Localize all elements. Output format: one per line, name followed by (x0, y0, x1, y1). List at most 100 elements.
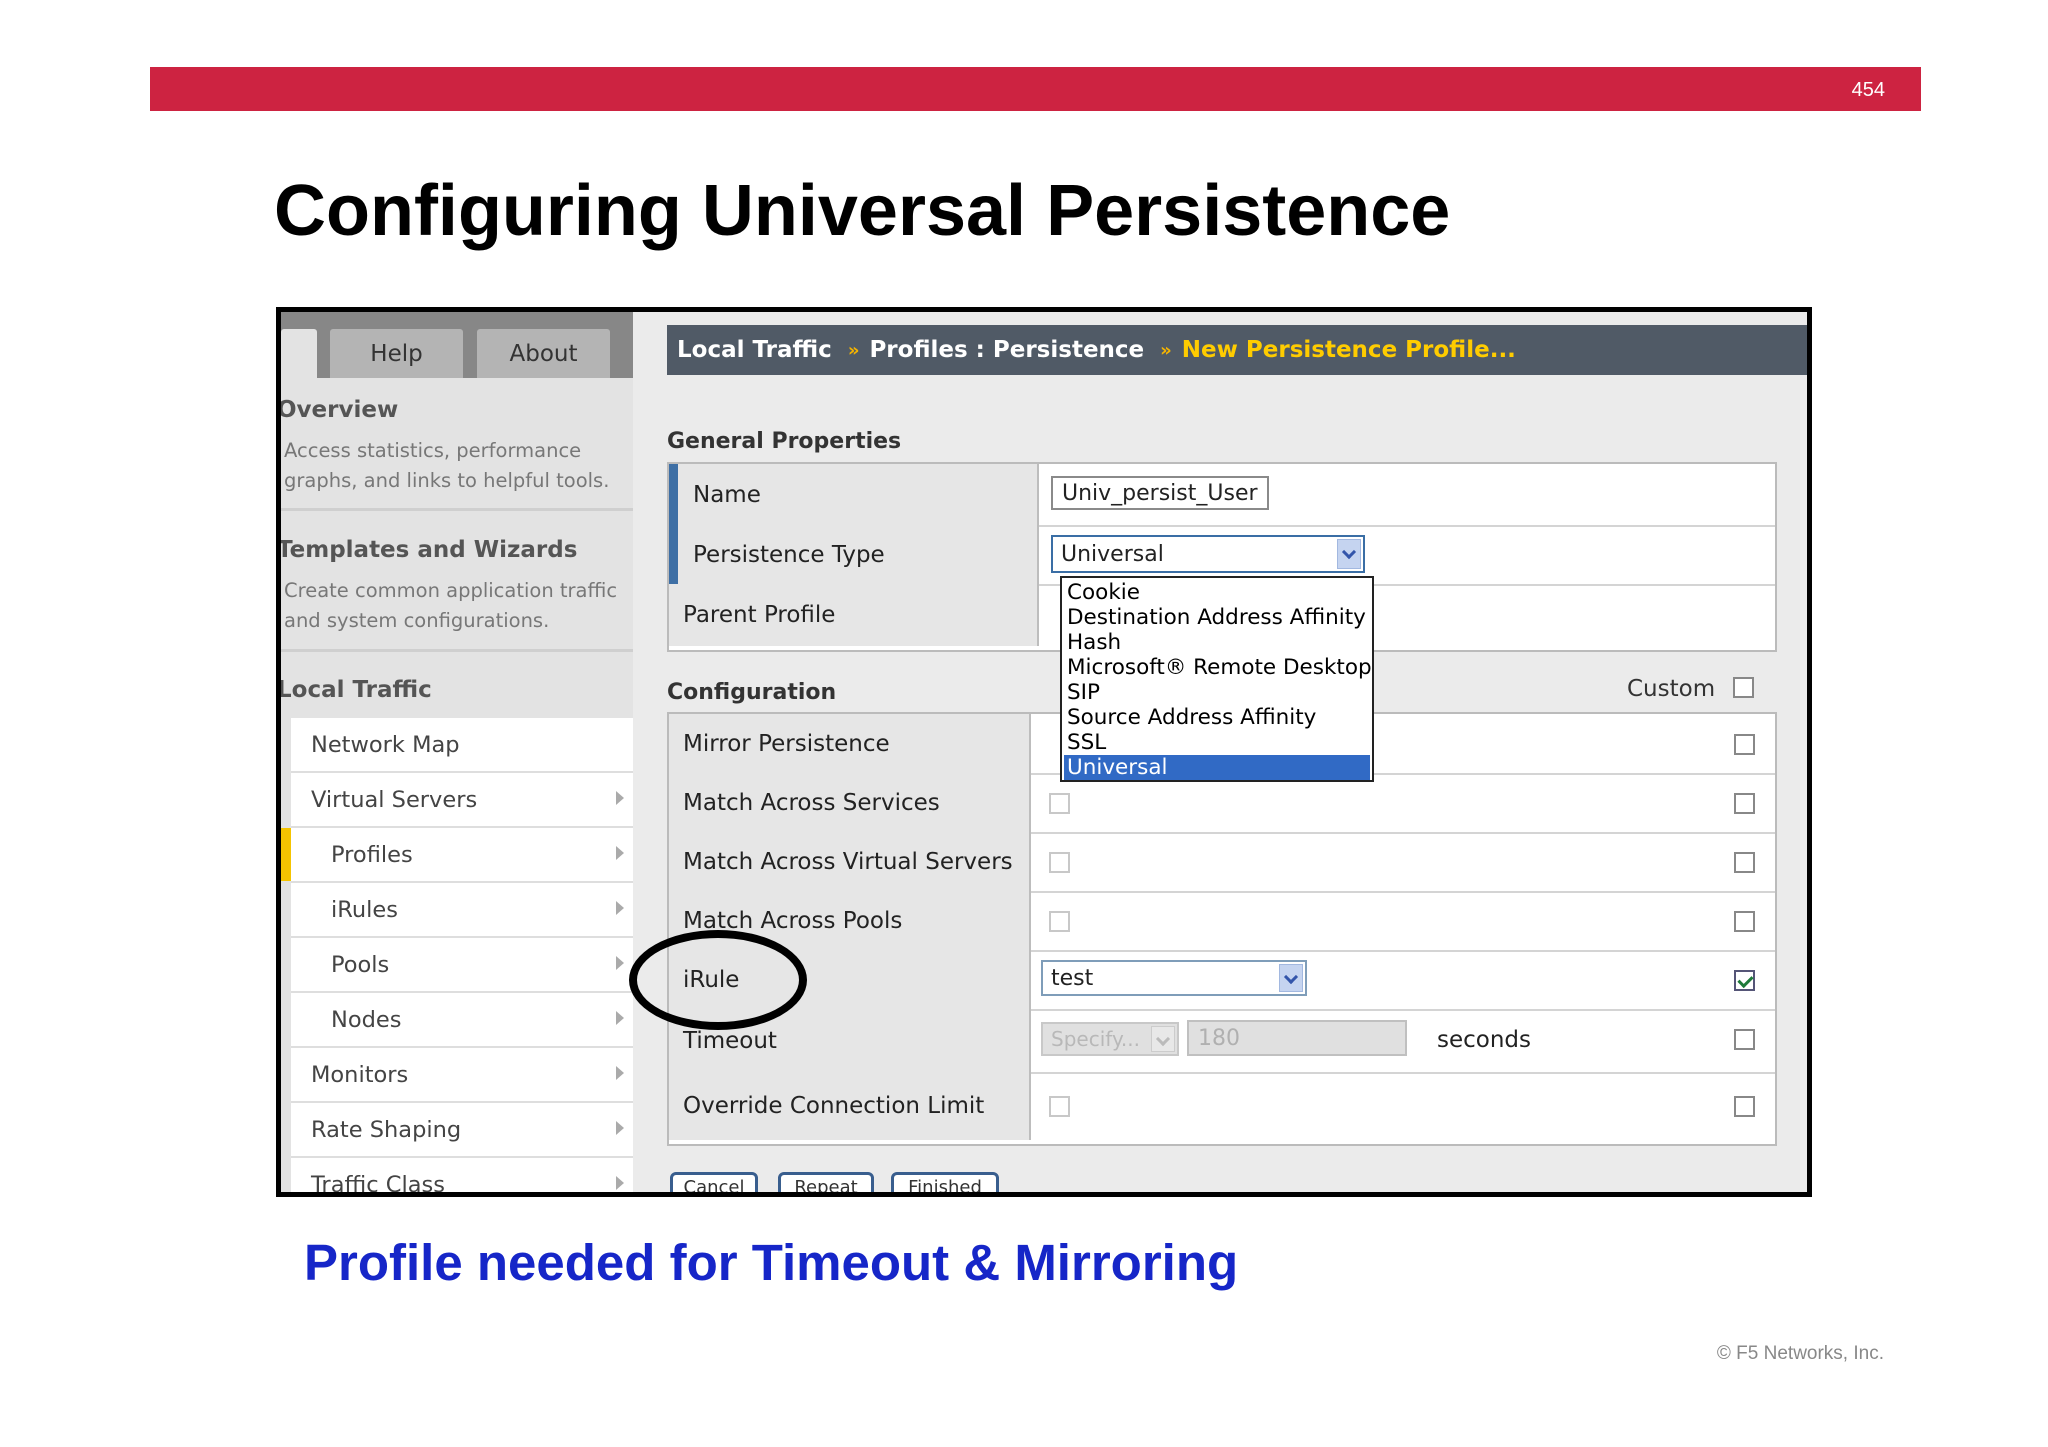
sidebar-item-monitors[interactable]: Monitors (291, 1048, 633, 1103)
persistence-type-options: Cookie Destination Address Affinity Hash… (1060, 576, 1374, 782)
timeout-input[interactable]: 180 (1187, 1020, 1407, 1056)
repeat-button[interactable]: Repeat (778, 1172, 874, 1192)
option-hash[interactable]: Hash (1064, 630, 1370, 655)
sidebar-item-label: Traffic Class (311, 1172, 445, 1197)
timeout-mode-select[interactable]: Specify... (1041, 1022, 1179, 1056)
overview-heading[interactable]: Overview (281, 397, 398, 423)
breadcrumb: Local Traffic » Profiles : Persistence »… (667, 325, 1807, 375)
breadcrumb-local-traffic[interactable]: Local Traffic (677, 337, 832, 363)
sidebar-item-label: Virtual Servers (311, 786, 478, 813)
irule-select[interactable]: test (1041, 960, 1307, 996)
override-connection-limit-checkbox[interactable] (1049, 1096, 1070, 1117)
option-microsoft-remote-desktop[interactable]: Microsoft® Remote Desktop (1064, 655, 1372, 680)
name-label: Name (693, 481, 761, 508)
chevron-right-icon (616, 1176, 624, 1190)
option-sip[interactable]: SIP (1064, 680, 1370, 705)
sidebar-item-traffic-class[interactable]: Traffic Class (291, 1158, 633, 1197)
persistence-type-value: Universal (1061, 541, 1164, 567)
mirror-persistence-label: Mirror Persistence (683, 730, 890, 757)
timeout-custom-checkbox[interactable] (1734, 1029, 1755, 1050)
name-input[interactable]: Univ_persist_User (1051, 476, 1269, 510)
finished-button[interactable]: Finished (891, 1172, 999, 1192)
match-across-services-custom-checkbox[interactable] (1734, 793, 1755, 814)
sidebar-item-label: iRules (331, 896, 398, 923)
parent-profile-label: Parent Profile (683, 602, 836, 628)
sidebar-item-network-map[interactable]: Network Map (291, 718, 633, 773)
irule-row: iRule test (669, 950, 1775, 1011)
option-source-address-affinity[interactable]: Source Address Affinity (1064, 705, 1370, 730)
match-across-pools-custom-checkbox[interactable] (1734, 911, 1755, 932)
timeout-unit: seconds (1437, 1027, 1532, 1053)
custom-checkbox[interactable] (1733, 677, 1754, 698)
templates-description: Create common application traffic and sy… (284, 579, 618, 632)
persistence-type-select[interactable]: Universal (1051, 535, 1365, 573)
sidebar-item-profiles[interactable]: Profiles (281, 828, 633, 883)
option-ssl[interactable]: SSL (1064, 730, 1370, 755)
irule-custom-checkbox[interactable] (1734, 970, 1755, 991)
timeout-row: Timeout Specify... 180 seconds (669, 1009, 1775, 1074)
match-across-pools-row: Match Across Pools (669, 891, 1775, 952)
sidebar-item-rate-shaping[interactable]: Rate Shaping (291, 1103, 633, 1158)
slide-title: Configuring Universal Persistence (274, 171, 1451, 251)
templates-heading[interactable]: Templates and Wizards (281, 537, 577, 563)
match-across-services-row: Match Across Services (669, 773, 1775, 834)
option-universal[interactable]: Universal (1064, 755, 1370, 780)
timeout-label: Timeout (683, 1027, 777, 1054)
breadcrumb-current: New Persistence Profile... (1181, 337, 1516, 363)
match-across-virtual-servers-custom-checkbox[interactable] (1734, 852, 1755, 873)
sidebar-item-virtual-servers[interactable]: Virtual Servers (291, 773, 633, 828)
tab-main[interactable] (281, 329, 317, 378)
configuration-heading: Configuration (667, 680, 837, 705)
cancel-button[interactable]: Cancel (670, 1172, 758, 1192)
highlight-circle (629, 930, 807, 1030)
sidebar-item-label: Nodes (331, 1006, 402, 1033)
chevron-right-icon (616, 1121, 624, 1135)
slide-caption: Profile needed for Timeout & Mirroring (304, 1234, 1239, 1291)
chevron-down-icon[interactable] (1279, 964, 1303, 992)
override-connection-limit-custom-checkbox[interactable] (1734, 1096, 1755, 1117)
chevron-right-icon (616, 1066, 624, 1080)
irule-value: test (1051, 965, 1094, 991)
page-number: 454 (1851, 79, 1885, 101)
tab-about[interactable]: About (477, 329, 610, 378)
sidebar-divider (281, 508, 633, 511)
option-cookie[interactable]: Cookie (1064, 580, 1370, 605)
sidebar-item-label: Profiles (331, 841, 413, 868)
chevron-right-icon (616, 956, 624, 970)
match-across-services-checkbox[interactable] (1049, 793, 1070, 814)
match-across-virtual-servers-checkbox[interactable] (1049, 852, 1070, 873)
overview-description: Access statistics, performance graphs, a… (284, 439, 610, 492)
chevron-right-icon (616, 901, 624, 915)
match-across-services-label: Match Across Services (683, 789, 940, 816)
override-connection-limit-label: Override Connection Limit (683, 1093, 985, 1119)
breadcrumb-separator-icon: » (1160, 339, 1172, 361)
option-destination-address-affinity[interactable]: Destination Address Affinity (1064, 605, 1370, 630)
match-across-virtual-servers-row: Match Across Virtual Servers (669, 832, 1775, 893)
mirror-persistence-custom-checkbox[interactable] (1734, 734, 1755, 755)
tab-help[interactable]: Help (330, 329, 463, 378)
tab-strip: Help About (281, 312, 633, 378)
sidebar-item-irules[interactable]: iRules (291, 883, 633, 938)
left-panel: Help About Overview Access statistics, p… (281, 312, 633, 1192)
sidebar-item-label: Network Map (311, 731, 460, 758)
match-across-pools-checkbox[interactable] (1049, 911, 1070, 932)
sidebar-item-nodes[interactable]: Nodes (291, 993, 633, 1048)
timeout-mode-value: Specify... (1051, 1027, 1140, 1051)
sidebar-item-label: Monitors (311, 1061, 409, 1088)
required-marker (669, 525, 678, 584)
local-traffic-heading[interactable]: Local Traffic (281, 677, 432, 703)
chevron-right-icon (616, 846, 624, 860)
breadcrumb-profiles[interactable]: Profiles : Persistence (869, 337, 1144, 363)
active-item-marker (281, 828, 291, 881)
match-across-virtual-servers-label: Match Across Virtual Servers (683, 848, 1013, 875)
chevron-down-icon[interactable] (1151, 1026, 1175, 1052)
copyright-text: © F5 Networks, Inc. (1716, 1343, 1884, 1364)
sidebar-item-label: Pools (331, 951, 390, 978)
sidebar-divider (281, 649, 633, 652)
name-row: Name Univ_persist_User (669, 464, 1775, 527)
breadcrumb-separator-icon: » (847, 339, 860, 361)
required-marker (669, 464, 678, 525)
sidebar-item-pools[interactable]: Pools (291, 938, 633, 993)
chevron-right-icon (616, 1011, 624, 1025)
chevron-down-icon[interactable] (1337, 539, 1361, 569)
